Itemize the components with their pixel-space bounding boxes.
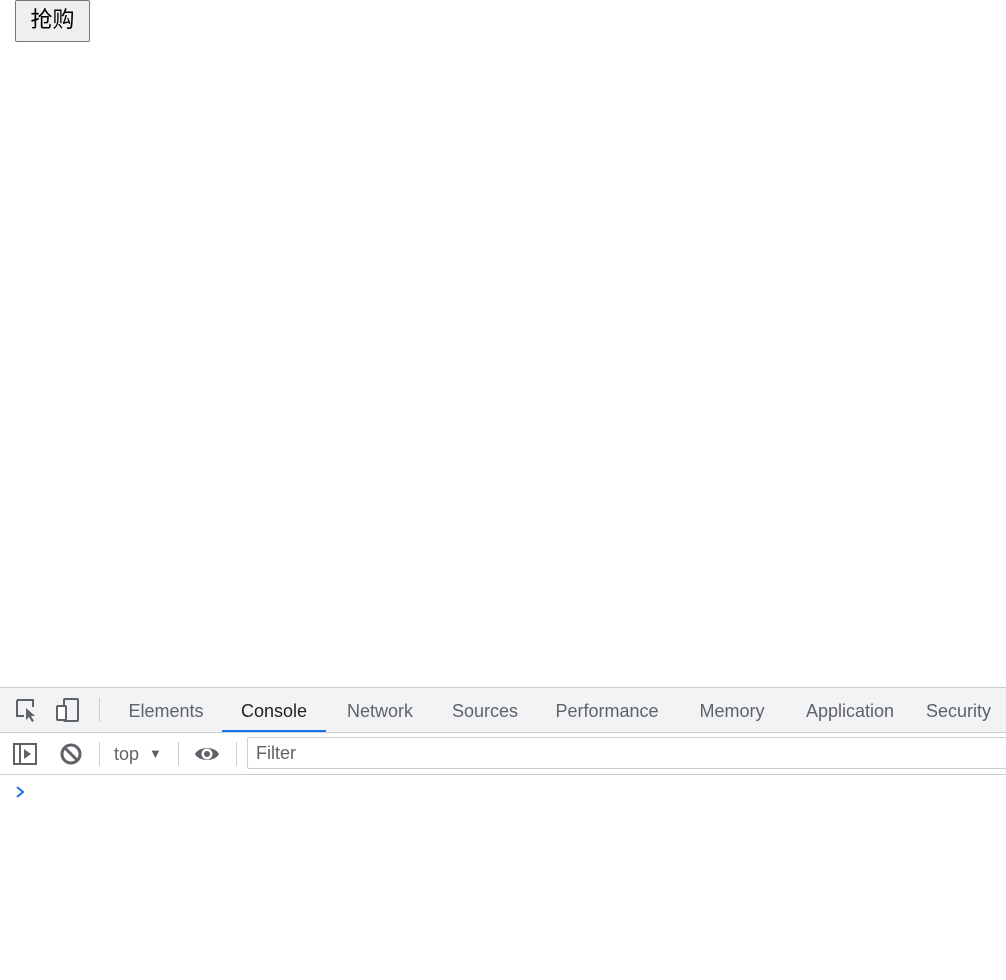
tab-console[interactable]: Console xyxy=(222,688,326,732)
dropdown-arrow-icon: ▼ xyxy=(149,746,162,761)
tab-memory[interactable]: Memory xyxy=(688,688,776,732)
live-expression-eye-icon[interactable] xyxy=(194,741,220,767)
device-toggle-icon[interactable] xyxy=(55,697,81,723)
toolbar-divider xyxy=(99,698,100,722)
filter-input[interactable] xyxy=(247,737,1006,769)
toolbar-divider xyxy=(236,742,237,766)
inspect-element-icon[interactable] xyxy=(14,697,40,723)
sidebar-toggle-icon[interactable] xyxy=(12,741,38,767)
tab-sources[interactable]: Sources xyxy=(442,688,528,732)
devtools-panel: Elements Console Network Sources Perform… xyxy=(0,687,1006,980)
devtools-tabbar: Elements Console Network Sources Perform… xyxy=(0,688,1006,733)
clear-console-icon[interactable] xyxy=(58,741,84,767)
buy-button[interactable]: 抢购 xyxy=(15,0,90,42)
toolbar-divider xyxy=(99,742,100,766)
tab-performance[interactable]: Performance xyxy=(544,688,670,732)
context-selector[interactable]: top ▼ xyxy=(108,733,168,774)
console-prompt-chevron-icon xyxy=(16,786,25,798)
tab-security[interactable]: Security xyxy=(926,688,1006,732)
context-selector-label: top xyxy=(114,744,140,764)
toolbar-divider xyxy=(178,742,179,766)
tab-elements[interactable]: Elements xyxy=(118,688,214,732)
tab-application[interactable]: Application xyxy=(794,688,906,732)
console-toolbar: top ▼ xyxy=(0,733,1006,775)
browser-viewport: 抢购 Elements Console Network Sources Perf… xyxy=(0,0,1006,980)
tab-network[interactable]: Network xyxy=(334,688,426,732)
